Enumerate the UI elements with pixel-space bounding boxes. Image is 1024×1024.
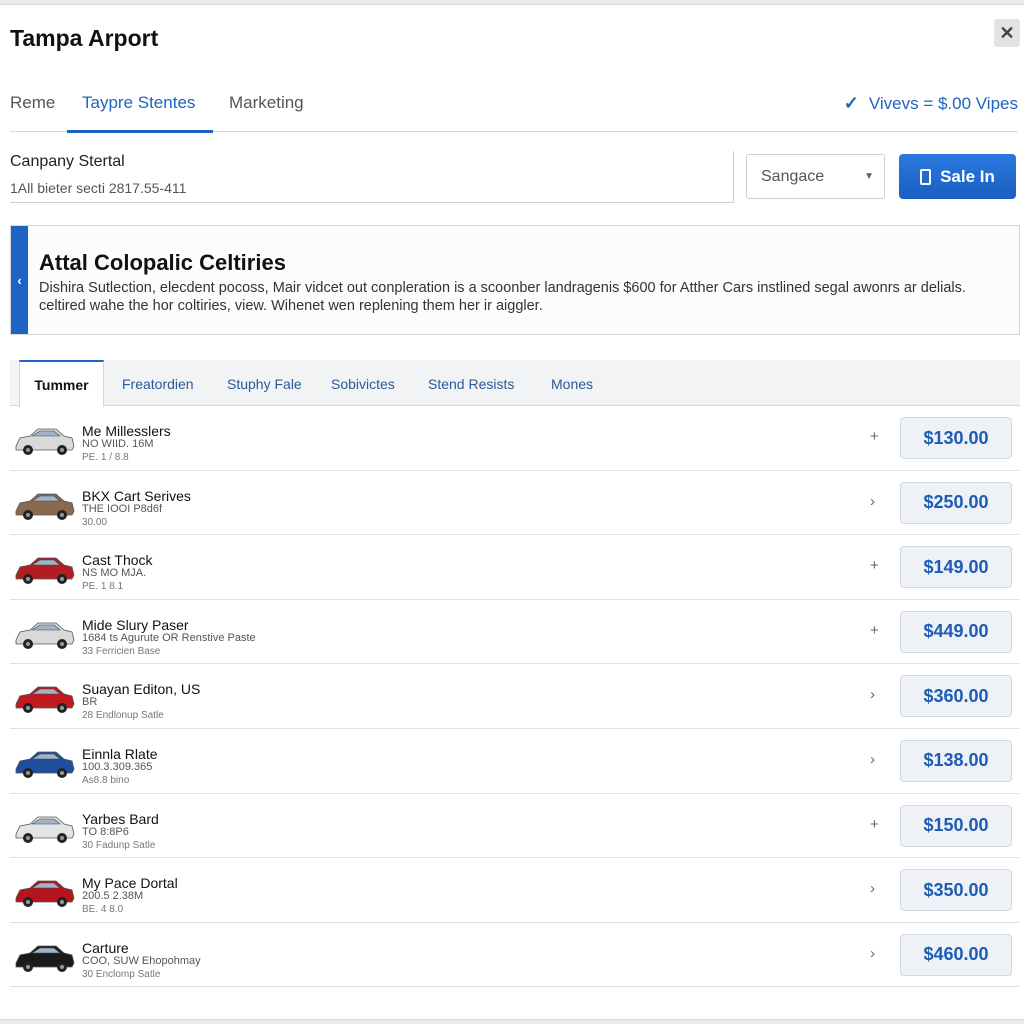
row-title: Einnla Rlate [82,745,158,762]
row-detail: BR [82,696,98,709]
car-list: Me Millesslers NO WIID. 16M PE. 1 / 8.8 + $1… [10,406,1020,988]
car-thumbnail-icon [15,622,75,649]
row-detail: 100.3.309.365 [82,760,153,773]
tab-marketing[interactable]: Marketing [229,93,304,113]
row-title: BKX Cart Serives [82,487,191,504]
category-tab-bar: Tummer Freatordien Stuphy Fale Sobivicte… [10,360,1020,407]
tab-sobivictes[interactable]: Sobivictes [331,376,395,392]
price-button[interactable]: $360.00 [900,675,1012,718]
row-title: Me Millesslers [82,423,171,439]
car-thumbnail-icon [15,493,75,520]
row-expand-icon[interactable]: › [870,945,875,962]
banner-collapse-button[interactable]: ‹ [11,226,28,334]
tab-stend-resists[interactable]: Stend Resists [428,376,514,392]
row-expand-icon[interactable]: + [870,622,879,639]
car-thumbnail-icon [15,816,75,843]
company-title: Canpany Stertal [10,153,125,170]
list-item[interactable]: Mide Slury Paser 1684 ts Agurute OR Renst… [10,600,1020,665]
price-button[interactable]: $350.00 [900,869,1012,912]
price-button[interactable]: $449.00 [900,610,1012,653]
car-thumbnail-icon [15,880,75,908]
tab-tummer[interactable]: Tummer [19,360,104,407]
check-icon: ✓ [843,93,859,113]
row-detail: NO WIID. 16M [82,438,154,450]
phone-icon [920,168,932,185]
tab-stuphy-fale[interactable]: Stuphy Fale [227,376,302,392]
row-detail: THE IOOI P8d6f [82,502,163,515]
price-button[interactable]: $130.00 [900,417,1012,459]
row-meta: As8.8 bino [82,774,130,786]
car-thumbnail-icon [15,428,75,455]
app-window: Tampa Arport ✕ Reme Taypre Stentes Marke… [0,4,1024,1020]
row-meta: PE. 1 8.1 [82,581,124,593]
price-button[interactable]: $149.00 [900,546,1012,589]
top-tab-bar: Reme Taypre Stentes Marketing ✓ Vivevs =… [10,77,1018,133]
row-meta: 30 Enclomp Satle [82,968,161,980]
car-thumbnail-icon [15,945,75,972]
list-item[interactable]: Carture COO, SUW Ehopohmay 30 Enclomp Satl… [10,923,1020,988]
info-banner: ‹ Attal Colopalic Celtiries Dishira Sutl… [10,225,1020,335]
row-title: Cast Thock [82,552,153,569]
chevron-down-icon: ▼ [864,171,874,182]
tab-mones[interactable]: Mones [551,376,593,392]
sale-in-label: Sale In [940,166,995,186]
tab-taypre-stentes[interactable]: Taypre Stentes [82,93,195,113]
row-expand-icon[interactable]: + [870,816,879,833]
row-expand-icon[interactable]: › [870,880,875,897]
list-item[interactable]: Suayan Editon, US BR 28 Endlonup Satle › $36… [10,664,1020,729]
row-title: Mide Slury Paser [82,616,189,633]
car-thumbnail-icon [15,557,75,585]
car-thumbnail-icon [15,686,75,714]
banner-text: Dishira Sutlection, elecdent pocoss, Mai… [39,280,966,314]
row-meta: PE. 1 / 8.8 [82,452,129,463]
row-expand-icon[interactable]: + [870,557,879,574]
price-button[interactable]: $460.00 [900,933,1012,976]
row-detail: 200.5 2.38M [82,890,144,903]
row-expand-icon[interactable]: + [870,428,879,445]
row-title: My Pace Dortal [82,875,178,892]
row-title: Yarbes Bard [82,810,159,827]
list-item[interactable]: Me Millesslers NO WIID. 16M PE. 1 / 8.8 + $1… [10,406,1020,471]
views-summary-text: Vivevs = $.00 Vipes [868,93,1018,113]
price-button[interactable]: $150.00 [900,804,1012,847]
select-value: Sangace [761,167,825,185]
row-expand-icon[interactable]: › [870,493,875,510]
list-item[interactable]: My Pace Dortal 200.5 2.38M BE. 4 8.0 › $350.… [10,858,1020,923]
banner-title: Attal Colopalic Celtiries [39,250,286,275]
tab-reme[interactable]: Reme [10,93,55,113]
list-item[interactable]: Cast Thock NS MO MJA. PE. 1 8.1 + $149.00 [10,535,1020,600]
active-tab-indicator [67,130,213,133]
sale-in-button[interactable]: Sale In [899,154,1016,199]
row-detail: COO, SUW Ehopohmay [82,954,201,967]
company-subtitle: 1All bieter secti 2817.55-411 [10,180,187,196]
company-info: Canpany Stertal 1All bieter secti 2817.5… [10,151,734,203]
close-icon: ✕ [999,22,1015,43]
row-title: Carture [82,939,129,956]
list-item[interactable]: BKX Cart Serives THE IOOI P8d6f 30.00 › $250… [10,471,1020,536]
chevron-left-icon: ‹ [17,272,22,288]
row-title: Suayan Editon, US [82,681,201,698]
row-meta: 30.00 [82,516,108,528]
row-expand-icon[interactable]: › [870,686,875,703]
close-button[interactable]: ✕ [994,19,1020,47]
list-item[interactable]: Yarbes Bard TO 8:8P6 30 Fadunp Satle + $150.… [10,794,1020,859]
price-button[interactable]: $250.00 [900,481,1012,524]
views-summary[interactable]: ✓ Vivevs = $.00 Vipes [844,93,1018,114]
row-meta: 33 Ferricien Base [82,645,161,657]
row-meta: 30 Fadunp Satle [82,839,156,851]
list-item[interactable]: Einnla Rlate 100.3.309.365 As8.8 bino › $138… [10,729,1020,794]
car-thumbnail-icon [15,751,75,778]
row-expand-icon[interactable]: › [870,751,875,768]
row-detail: TO 8:8P6 [82,825,129,838]
window-title: Tampa Arport [10,25,159,51]
tab-freatordien[interactable]: Freatordien [122,376,194,392]
row-meta: 28 Endlonup Satle [82,710,164,722]
row-meta: BE. 4 8.0 [82,904,124,916]
price-button[interactable]: $138.00 [900,739,1012,782]
row-detail: 1684 ts Agurute OR Renstive Paste [82,631,256,644]
sort-select[interactable]: Sangace ▼ [746,154,885,199]
row-detail: NS MO MJA. [82,567,147,580]
